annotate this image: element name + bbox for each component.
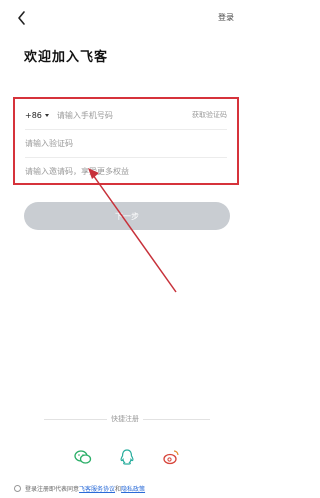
privacy-policy-link[interactable]: 隐私政策 [121,484,145,493]
qq-icon[interactable] [118,448,136,466]
register-form: +86 请输入手机号码 获取验证码 请输入验证码 请输入邀请码，享受更多权益 [13,97,239,185]
country-code-select[interactable]: +86 [25,111,49,120]
weibo-icon[interactable] [162,448,180,466]
code-row: 请输入验证码 [25,129,227,157]
login-link[interactable]: 登录 [218,12,234,23]
agreement-prefix: 登录注册即代表同意 [25,486,80,493]
chevron-left-icon[interactable] [14,8,30,28]
caret-down-icon [44,113,49,117]
page-title: 欢迎加入飞客 [24,50,109,65]
invite-row: 请输入邀请码，享受更多权益 [25,157,227,185]
agree-checkbox[interactable] [14,485,21,492]
agreement: 登录注册即代表同意 飞客服务协议 和 隐私政策 [14,484,244,493]
code-input[interactable]: 请输入验证码 [25,138,227,149]
next-button[interactable]: 下一步 [24,202,230,230]
invite-code-input[interactable]: 请输入邀请码，享受更多权益 [25,166,227,177]
country-code: +86 [25,110,42,120]
get-code-button[interactable]: 获取验证码 [192,110,227,120]
phone-row: +86 请输入手机号码 获取验证码 [25,101,227,129]
service-agreement-link[interactable]: 飞客服务协议 [79,484,115,493]
wechat-icon[interactable] [74,448,92,466]
quick-register-label: 快捷注册 [107,414,143,424]
phone-input[interactable]: 请输入手机号码 [57,110,192,121]
